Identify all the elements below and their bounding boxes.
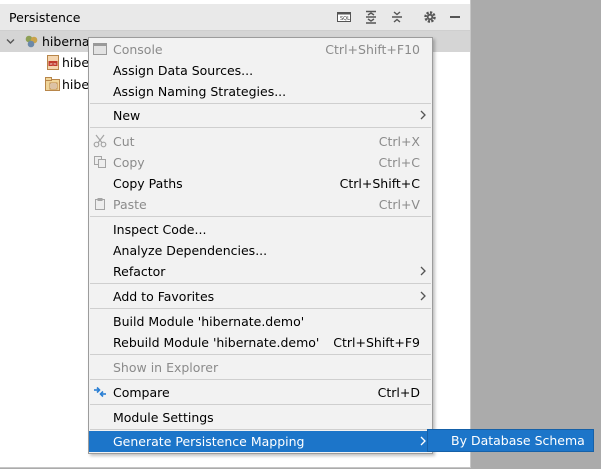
menu-item-shortcut: Ctrl+V bbox=[378, 197, 420, 212]
compare-icon bbox=[94, 386, 106, 398]
menu-item-label: Assign Naming Strategies... bbox=[113, 84, 287, 99]
chevron-right-icon bbox=[420, 266, 426, 276]
menu-item-label: Module Settings bbox=[113, 410, 214, 425]
menu-item-label: Generate Persistence Mapping bbox=[113, 434, 305, 449]
menu-item-label: Copy Paths bbox=[113, 176, 183, 191]
module-icon bbox=[25, 35, 38, 48]
menu-item-label: Console bbox=[113, 42, 163, 57]
menu-item-copy[interactable]: Copy Ctrl+C bbox=[89, 152, 432, 173]
submenu-item-by-database-schema[interactable]: By Database Schema bbox=[428, 430, 593, 451]
menu-item-assign-naming-strategies[interactable]: Assign Naming Strategies... bbox=[89, 81, 432, 102]
chevron-right-icon bbox=[420, 436, 426, 446]
menu-item-add-to-favorites[interactable]: Add to Favorites bbox=[89, 286, 432, 307]
menu-item-cut[interactable]: Cut Ctrl+X bbox=[89, 131, 432, 152]
menu-separator bbox=[90, 429, 431, 430]
tree-child-label: hibe bbox=[62, 77, 90, 92]
chevron-right-icon bbox=[420, 110, 426, 120]
menu-separator bbox=[90, 404, 431, 405]
menu-item-paste[interactable]: Paste Ctrl+V bbox=[89, 194, 432, 215]
menu-item-label: Show in Explorer bbox=[113, 360, 219, 375]
context-menu: Console Ctrl+Shift+F10 Assign Data Sourc… bbox=[88, 37, 433, 454]
svg-text:<>: <> bbox=[49, 61, 57, 67]
menu-item-label: Rebuild Module 'hibernate.demo' bbox=[113, 335, 320, 350]
menu-item-label: New bbox=[113, 108, 141, 123]
menu-item-show-in-explorer[interactable]: Show in Explorer bbox=[89, 357, 432, 378]
chevron-right-icon bbox=[420, 291, 426, 301]
menu-item-new[interactable]: New bbox=[89, 105, 432, 126]
menu-item-label: Assign Data Sources... bbox=[113, 63, 254, 78]
menu-separator bbox=[90, 103, 431, 104]
menu-item-label: Compare bbox=[113, 385, 170, 400]
menu-item-label: Build Module 'hibernate.demo' bbox=[113, 314, 305, 329]
menu-item-build-module[interactable]: Build Module 'hibernate.demo' bbox=[89, 311, 432, 332]
menu-separator bbox=[90, 308, 431, 309]
menu-item-refactor[interactable]: Refactor bbox=[89, 261, 432, 282]
menu-item-shortcut: Ctrl+Shift+F9 bbox=[333, 335, 420, 350]
submenu-generate-persistence-mapping: By Database Schema bbox=[427, 429, 594, 452]
menu-item-label: Add to Favorites bbox=[113, 289, 215, 304]
tree-root-label: hibernat bbox=[42, 34, 95, 49]
menu-item-shortcut: Ctrl+C bbox=[378, 155, 420, 170]
menu-item-label: Paste bbox=[113, 197, 147, 212]
menu-item-label: Copy bbox=[113, 155, 145, 170]
menu-item-analyze-dependencies[interactable]: Analyze Dependencies... bbox=[89, 240, 432, 261]
svg-text:SQL: SQL bbox=[340, 16, 350, 22]
paste-icon bbox=[95, 198, 105, 210]
expand-all-icon[interactable] bbox=[363, 9, 379, 25]
persistence-unit-icon bbox=[45, 77, 60, 91]
tool-window-header: Persistence SQL bbox=[0, 4, 470, 31]
tree-child-label: hibe bbox=[62, 55, 90, 70]
menu-separator bbox=[90, 127, 431, 128]
menu-separator bbox=[90, 283, 431, 284]
menu-item-label: Inspect Code... bbox=[113, 222, 207, 237]
copy-icon bbox=[94, 156, 106, 168]
cut-icon bbox=[93, 134, 107, 148]
collapse-all-icon[interactable] bbox=[389, 9, 405, 25]
minimize-icon[interactable] bbox=[447, 9, 463, 25]
menu-item-shortcut: Ctrl+X bbox=[378, 134, 420, 149]
console-icon bbox=[93, 43, 107, 55]
menu-item-label: Cut bbox=[113, 134, 135, 149]
menu-item-label: Refactor bbox=[113, 264, 166, 279]
chevron-down-icon[interactable] bbox=[6, 37, 15, 46]
menu-item-compare[interactable]: Compare Ctrl+D bbox=[89, 382, 432, 403]
menu-item-shortcut: Ctrl+Shift+F10 bbox=[325, 42, 420, 57]
menu-separator bbox=[90, 354, 431, 355]
tool-window-title: Persistence bbox=[9, 10, 81, 25]
menu-separator bbox=[90, 379, 431, 380]
menu-item-generate-persistence-mapping[interactable]: Generate Persistence Mapping bbox=[89, 431, 432, 452]
menu-item-assign-data-sources[interactable]: Assign Data Sources... bbox=[89, 60, 432, 81]
menu-item-console[interactable]: Console Ctrl+Shift+F10 bbox=[89, 39, 432, 60]
hibernate-config-icon: <> bbox=[47, 55, 59, 70]
menu-separator bbox=[90, 216, 431, 217]
menu-item-module-settings[interactable]: Module Settings bbox=[89, 407, 432, 428]
menu-item-inspect-code[interactable]: Inspect Code... bbox=[89, 219, 432, 240]
sql-console-icon[interactable]: SQL bbox=[336, 9, 352, 25]
menu-item-shortcut: Ctrl+Shift+C bbox=[339, 176, 420, 191]
menu-item-label: Analyze Dependencies... bbox=[113, 243, 268, 258]
menu-item-shortcut: Ctrl+D bbox=[377, 385, 420, 400]
menu-item-rebuild-module[interactable]: Rebuild Module 'hibernate.demo' Ctrl+Shi… bbox=[89, 332, 432, 353]
menu-item-copy-paths[interactable]: Copy Paths Ctrl+Shift+C bbox=[89, 173, 432, 194]
submenu-item-label: By Database Schema bbox=[451, 433, 585, 448]
gear-icon[interactable] bbox=[422, 9, 438, 25]
